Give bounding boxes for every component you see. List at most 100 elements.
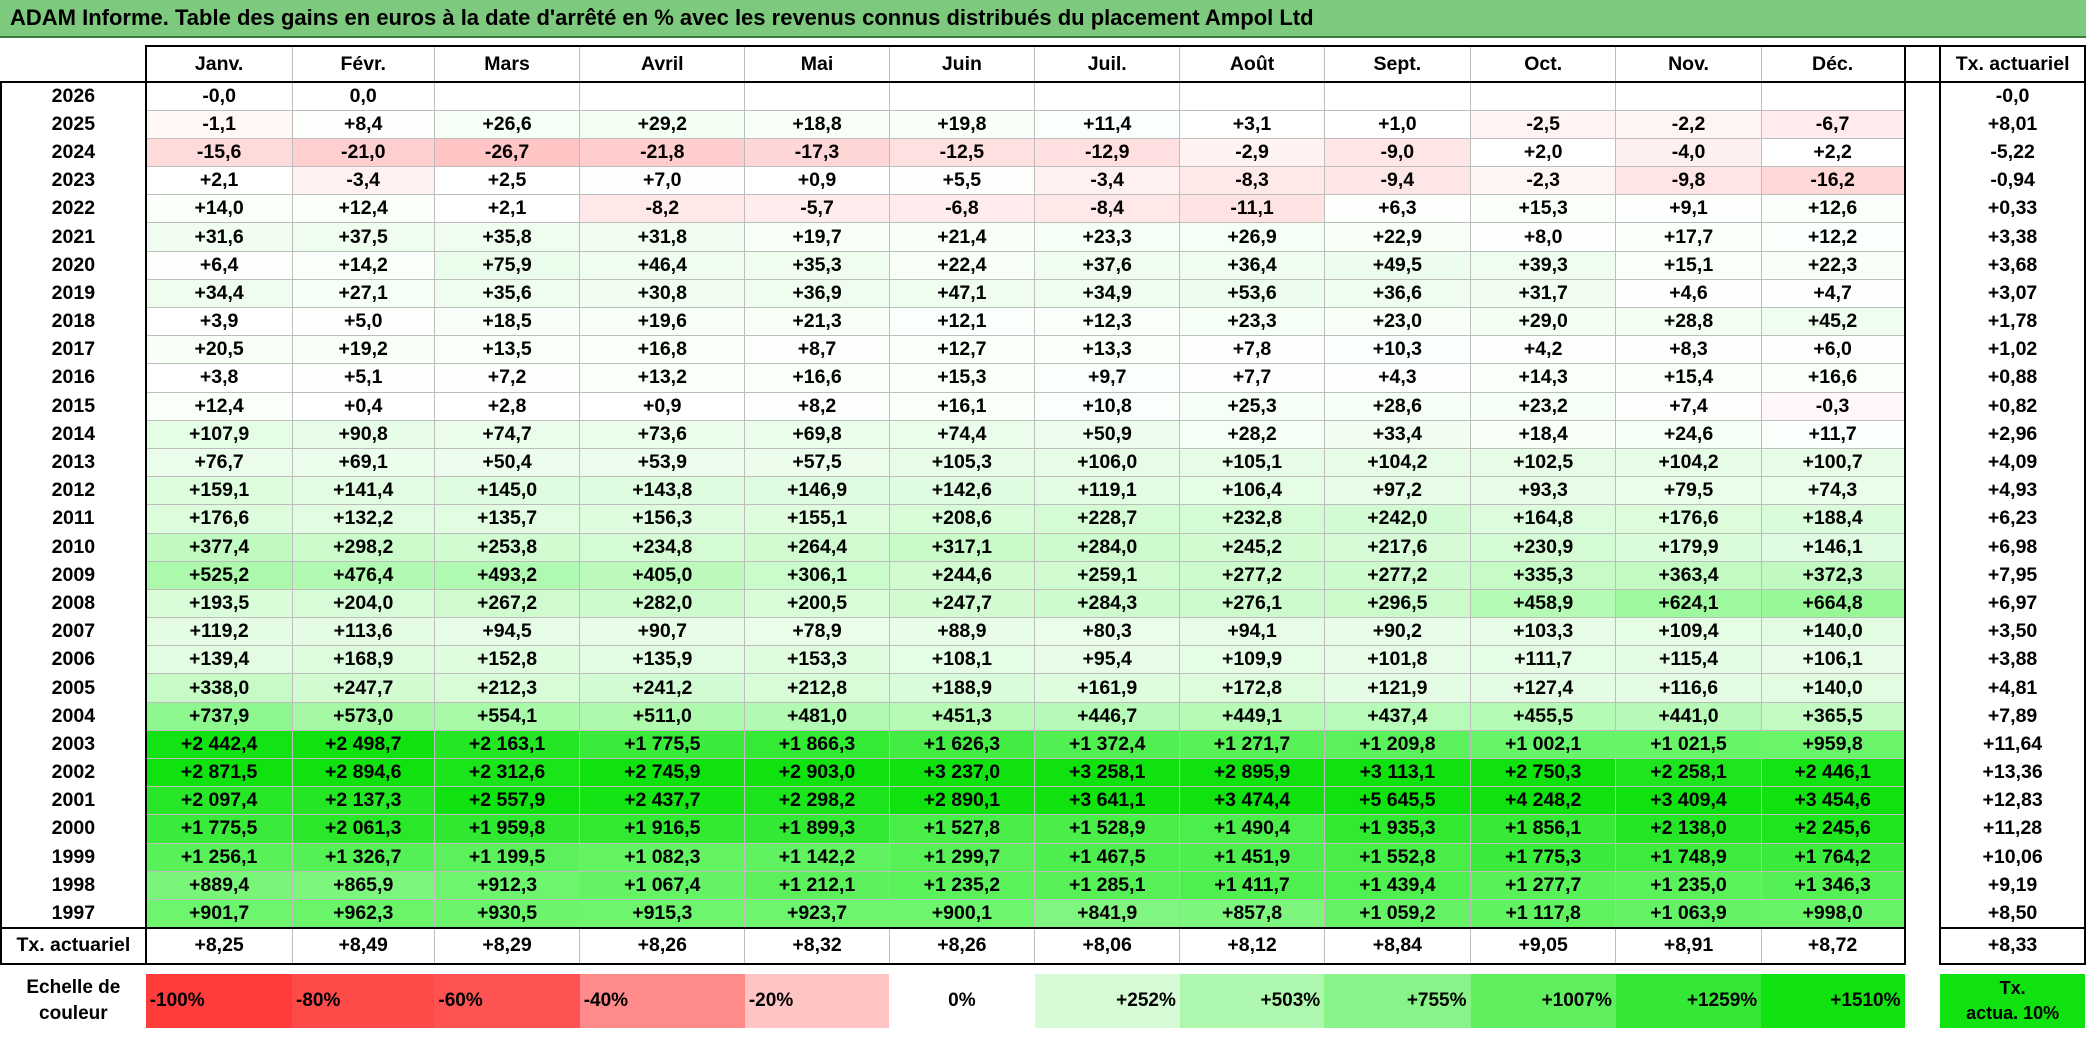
month-header: Déc. xyxy=(1760,45,1906,83)
gain-cell: +230,9 xyxy=(1470,532,1617,562)
gain-cell: +0,4 xyxy=(291,391,435,421)
gain-cell: +31,7 xyxy=(1470,278,1617,309)
gain-cell: +1 935,3 xyxy=(1323,814,1472,844)
gain-cell: +664,8 xyxy=(1760,588,1906,619)
gain-cell: +31,6 xyxy=(145,222,293,252)
gain-cell: +3,9 xyxy=(145,306,293,337)
gain-cell: +234,8 xyxy=(579,532,746,562)
year-label: 1997 xyxy=(0,899,147,929)
gap-cell xyxy=(1904,166,1941,195)
gain-cell: +12,4 xyxy=(291,194,435,224)
gain-cell: -21,0 xyxy=(291,137,435,168)
gain-cell: +0,9 xyxy=(744,166,890,196)
tx-actuariel-cell: +6,98 xyxy=(1939,533,2086,562)
gain-cell: +306,1 xyxy=(744,560,890,590)
gain-cell: +100,7 xyxy=(1760,447,1906,478)
table-row: 2015 +12,4 +0,4 +2,8 +0,9 +8,2 +16,1 +10,8 +25,3… xyxy=(0,391,2086,421)
gain-cell: +247,7 xyxy=(888,588,1036,619)
gain-cell: +79,5 xyxy=(1615,476,1762,506)
gain-cell: +1 411,7 xyxy=(1179,870,1325,900)
gain-cell: +1 527,8 xyxy=(888,814,1036,844)
gain-cell: +29,2 xyxy=(579,109,746,139)
year-label: 2001 xyxy=(0,786,147,815)
gain-cell: +164,8 xyxy=(1470,504,1617,534)
gain-cell: +1 866,3 xyxy=(744,729,890,760)
gain-cell: +2,0 xyxy=(1470,137,1617,168)
tx-actuariel-cell: +7,95 xyxy=(1939,561,2086,590)
color-scale-step: +1510% xyxy=(1761,973,1905,1028)
year-label: 1998 xyxy=(0,871,147,900)
gain-cell: +1 277,7 xyxy=(1470,870,1617,900)
gain-cell: -17,3 xyxy=(744,137,890,168)
gain-cell: +200,5 xyxy=(744,588,890,619)
tx-actuariel-cell: +10,06 xyxy=(1939,843,2086,872)
month-header: Oct. xyxy=(1470,45,1617,83)
gap-cell xyxy=(1904,730,1941,759)
gain-cell: +14,0 xyxy=(145,194,293,224)
footer-tx-cell: +8,25 xyxy=(145,926,293,965)
gain-cell: -2,3 xyxy=(1470,166,1617,196)
tx-actuariel-cell: +7,89 xyxy=(1939,702,2086,731)
gain-cell: +3 258,1 xyxy=(1034,757,1181,788)
gain-cell: +13,3 xyxy=(1034,335,1181,365)
year-label: 2000 xyxy=(0,814,147,844)
year-label: 2020 xyxy=(0,251,147,280)
gain-cell: +2 745,9 xyxy=(579,757,746,788)
gain-cell: +28,8 xyxy=(1615,306,1762,337)
gain-cell: +105,1 xyxy=(1179,447,1325,478)
gap-cell xyxy=(1904,843,1941,872)
gain-cell: +458,9 xyxy=(1470,588,1617,619)
gain-cell: +139,4 xyxy=(145,645,293,675)
gain-cell: +4,2 xyxy=(1470,335,1617,365)
gain-cell: +15,3 xyxy=(1470,194,1617,224)
table-row: 2011 +176,6 +132,2 +135,7 +156,3 +155,1 +208,6… xyxy=(0,504,2086,534)
gain-cell: +109,9 xyxy=(1179,645,1325,675)
gain-cell: +31,8 xyxy=(579,222,746,252)
gain-cell: +476,4 xyxy=(291,560,435,590)
gain-cell: +22,3 xyxy=(1760,250,1906,280)
gain-cell: +247,7 xyxy=(291,673,435,703)
gain-cell: +1 490,4 xyxy=(1179,814,1325,844)
year-label: 2011 xyxy=(0,504,147,533)
table-row: 2001 +2 097,4 +2 137,3 +2 557,9 +2 437,7 +2 2… xyxy=(0,786,2086,816)
gain-cell: +4 248,2 xyxy=(1470,786,1617,816)
gap-cell xyxy=(1904,871,1941,900)
gain-cell: +12,3 xyxy=(1034,306,1181,337)
gain-cell: +5,5 xyxy=(888,166,1036,196)
gain-cell: +2 498,7 xyxy=(291,729,435,760)
gain-cell: +36,6 xyxy=(1323,278,1472,309)
month-header: Juil. xyxy=(1034,45,1181,83)
gain-cell: +24,6 xyxy=(1615,419,1762,449)
gain-cell: +53,9 xyxy=(579,447,746,478)
gain-cell: +4,7 xyxy=(1760,278,1906,309)
gain-cell: +16,1 xyxy=(888,391,1036,421)
gain-cell: +1 271,7 xyxy=(1179,729,1325,760)
gain-cell: +1 212,1 xyxy=(744,870,890,900)
gain-cell: -12,9 xyxy=(1034,137,1181,168)
gain-cell: +78,9 xyxy=(744,617,890,647)
year-label: 2024 xyxy=(0,138,147,167)
gain-cell: +1 552,8 xyxy=(1323,842,1472,872)
gain-cell: +104,2 xyxy=(1615,447,1762,478)
gain-cell: +127,4 xyxy=(1470,673,1617,703)
gain-cell: +106,4 xyxy=(1179,476,1325,506)
gap-cell xyxy=(1904,702,1941,731)
gain-cell: -11,1 xyxy=(1179,194,1325,224)
year-label: 2005 xyxy=(0,673,147,703)
table-row: 2007 +119,2 +113,6 +94,5 +90,7 +78,9 +88,9 +80,… xyxy=(0,617,2086,647)
gain-cell: +1 775,5 xyxy=(145,814,293,844)
gain-cell: +4,3 xyxy=(1323,363,1472,393)
gain-cell: +33,4 xyxy=(1323,419,1472,449)
color-scale-step: -60% xyxy=(434,973,580,1028)
gain-cell: +13,2 xyxy=(579,363,746,393)
tx-actuariel-cell: +6,23 xyxy=(1939,504,2086,533)
gain-cell: +3,8 xyxy=(145,363,293,393)
gain-cell: +372,3 xyxy=(1760,560,1906,590)
gain-cell: +2 312,6 xyxy=(433,757,581,788)
month-header: Août xyxy=(1179,45,1325,83)
gain-cell: +1 775,3 xyxy=(1470,842,1617,872)
gain-cell: +296,5 xyxy=(1323,588,1472,619)
footer-label: Tx. actuariel xyxy=(0,926,147,965)
color-scale-row: Echelle de couleur -100% -80% -60% -40% -20% 0%… xyxy=(1,973,2085,1028)
gain-cell: +12,2 xyxy=(1760,222,1906,252)
